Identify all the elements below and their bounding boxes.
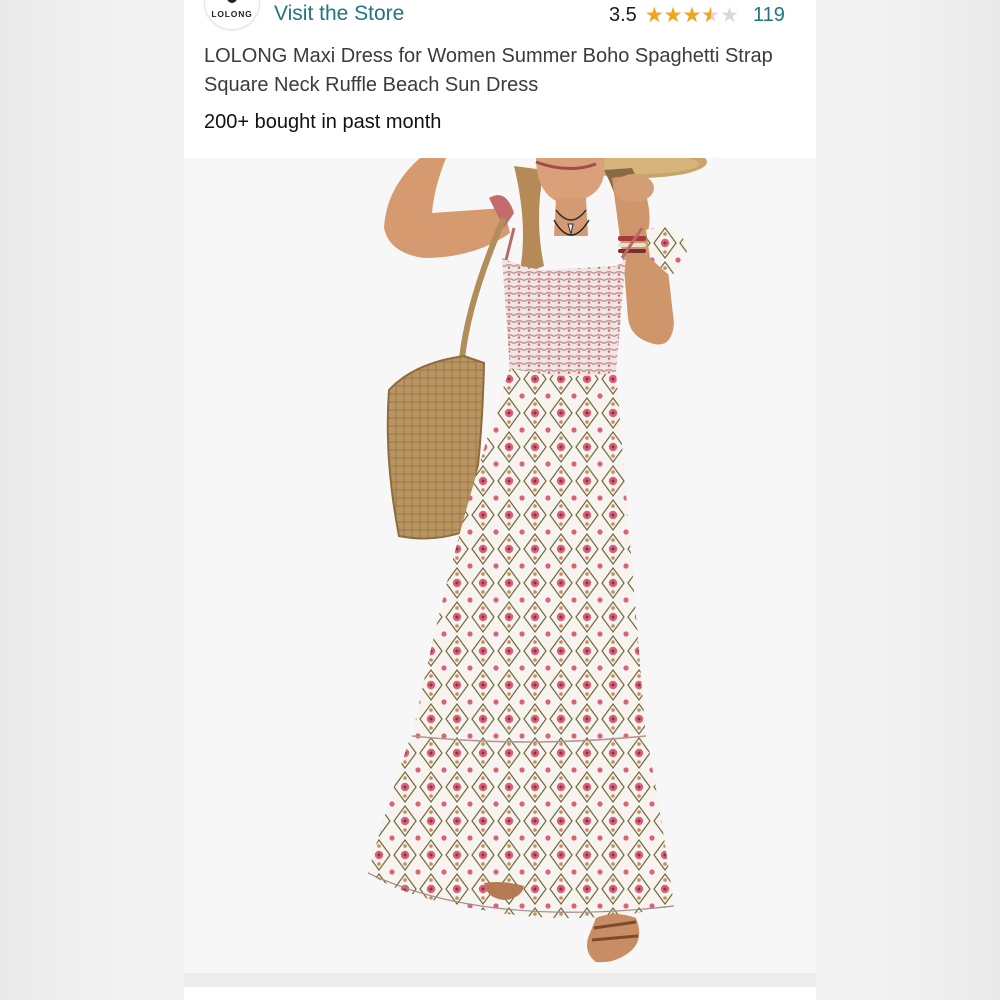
product-header: LOLONG Visit the Store 3.5 ★★★★★★★★★★ 11… [184, 0, 816, 158]
visit-store-link[interactable]: Visit the Store [274, 2, 404, 26]
section-divider [184, 973, 816, 987]
product-title: LOLONG Maxi Dress for Women Summer Boho … [204, 45, 773, 96]
product-image-area[interactable] [184, 158, 816, 973]
bought-count: 200+ bought in past month [204, 111, 442, 133]
star-rating-icon: ★★★★★★★★★★ [644, 3, 739, 27]
rating-value: 3.5 [609, 3, 637, 26]
brand-logo-icon [227, 0, 237, 3]
rating-summary[interactable]: 3.5 ★★★★★★★★★★ 119 [609, 2, 785, 28]
review-count-link[interactable]: 119 [753, 4, 785, 27]
brand-logo-text: LOLONG [211, 9, 253, 19]
brand-logo[interactable]: LOLONG [204, 0, 260, 30]
product-image[interactable] [184, 158, 816, 973]
product-card: LOLONG Visit the Store 3.5 ★★★★★★★★★★ 11… [184, 0, 816, 1000]
